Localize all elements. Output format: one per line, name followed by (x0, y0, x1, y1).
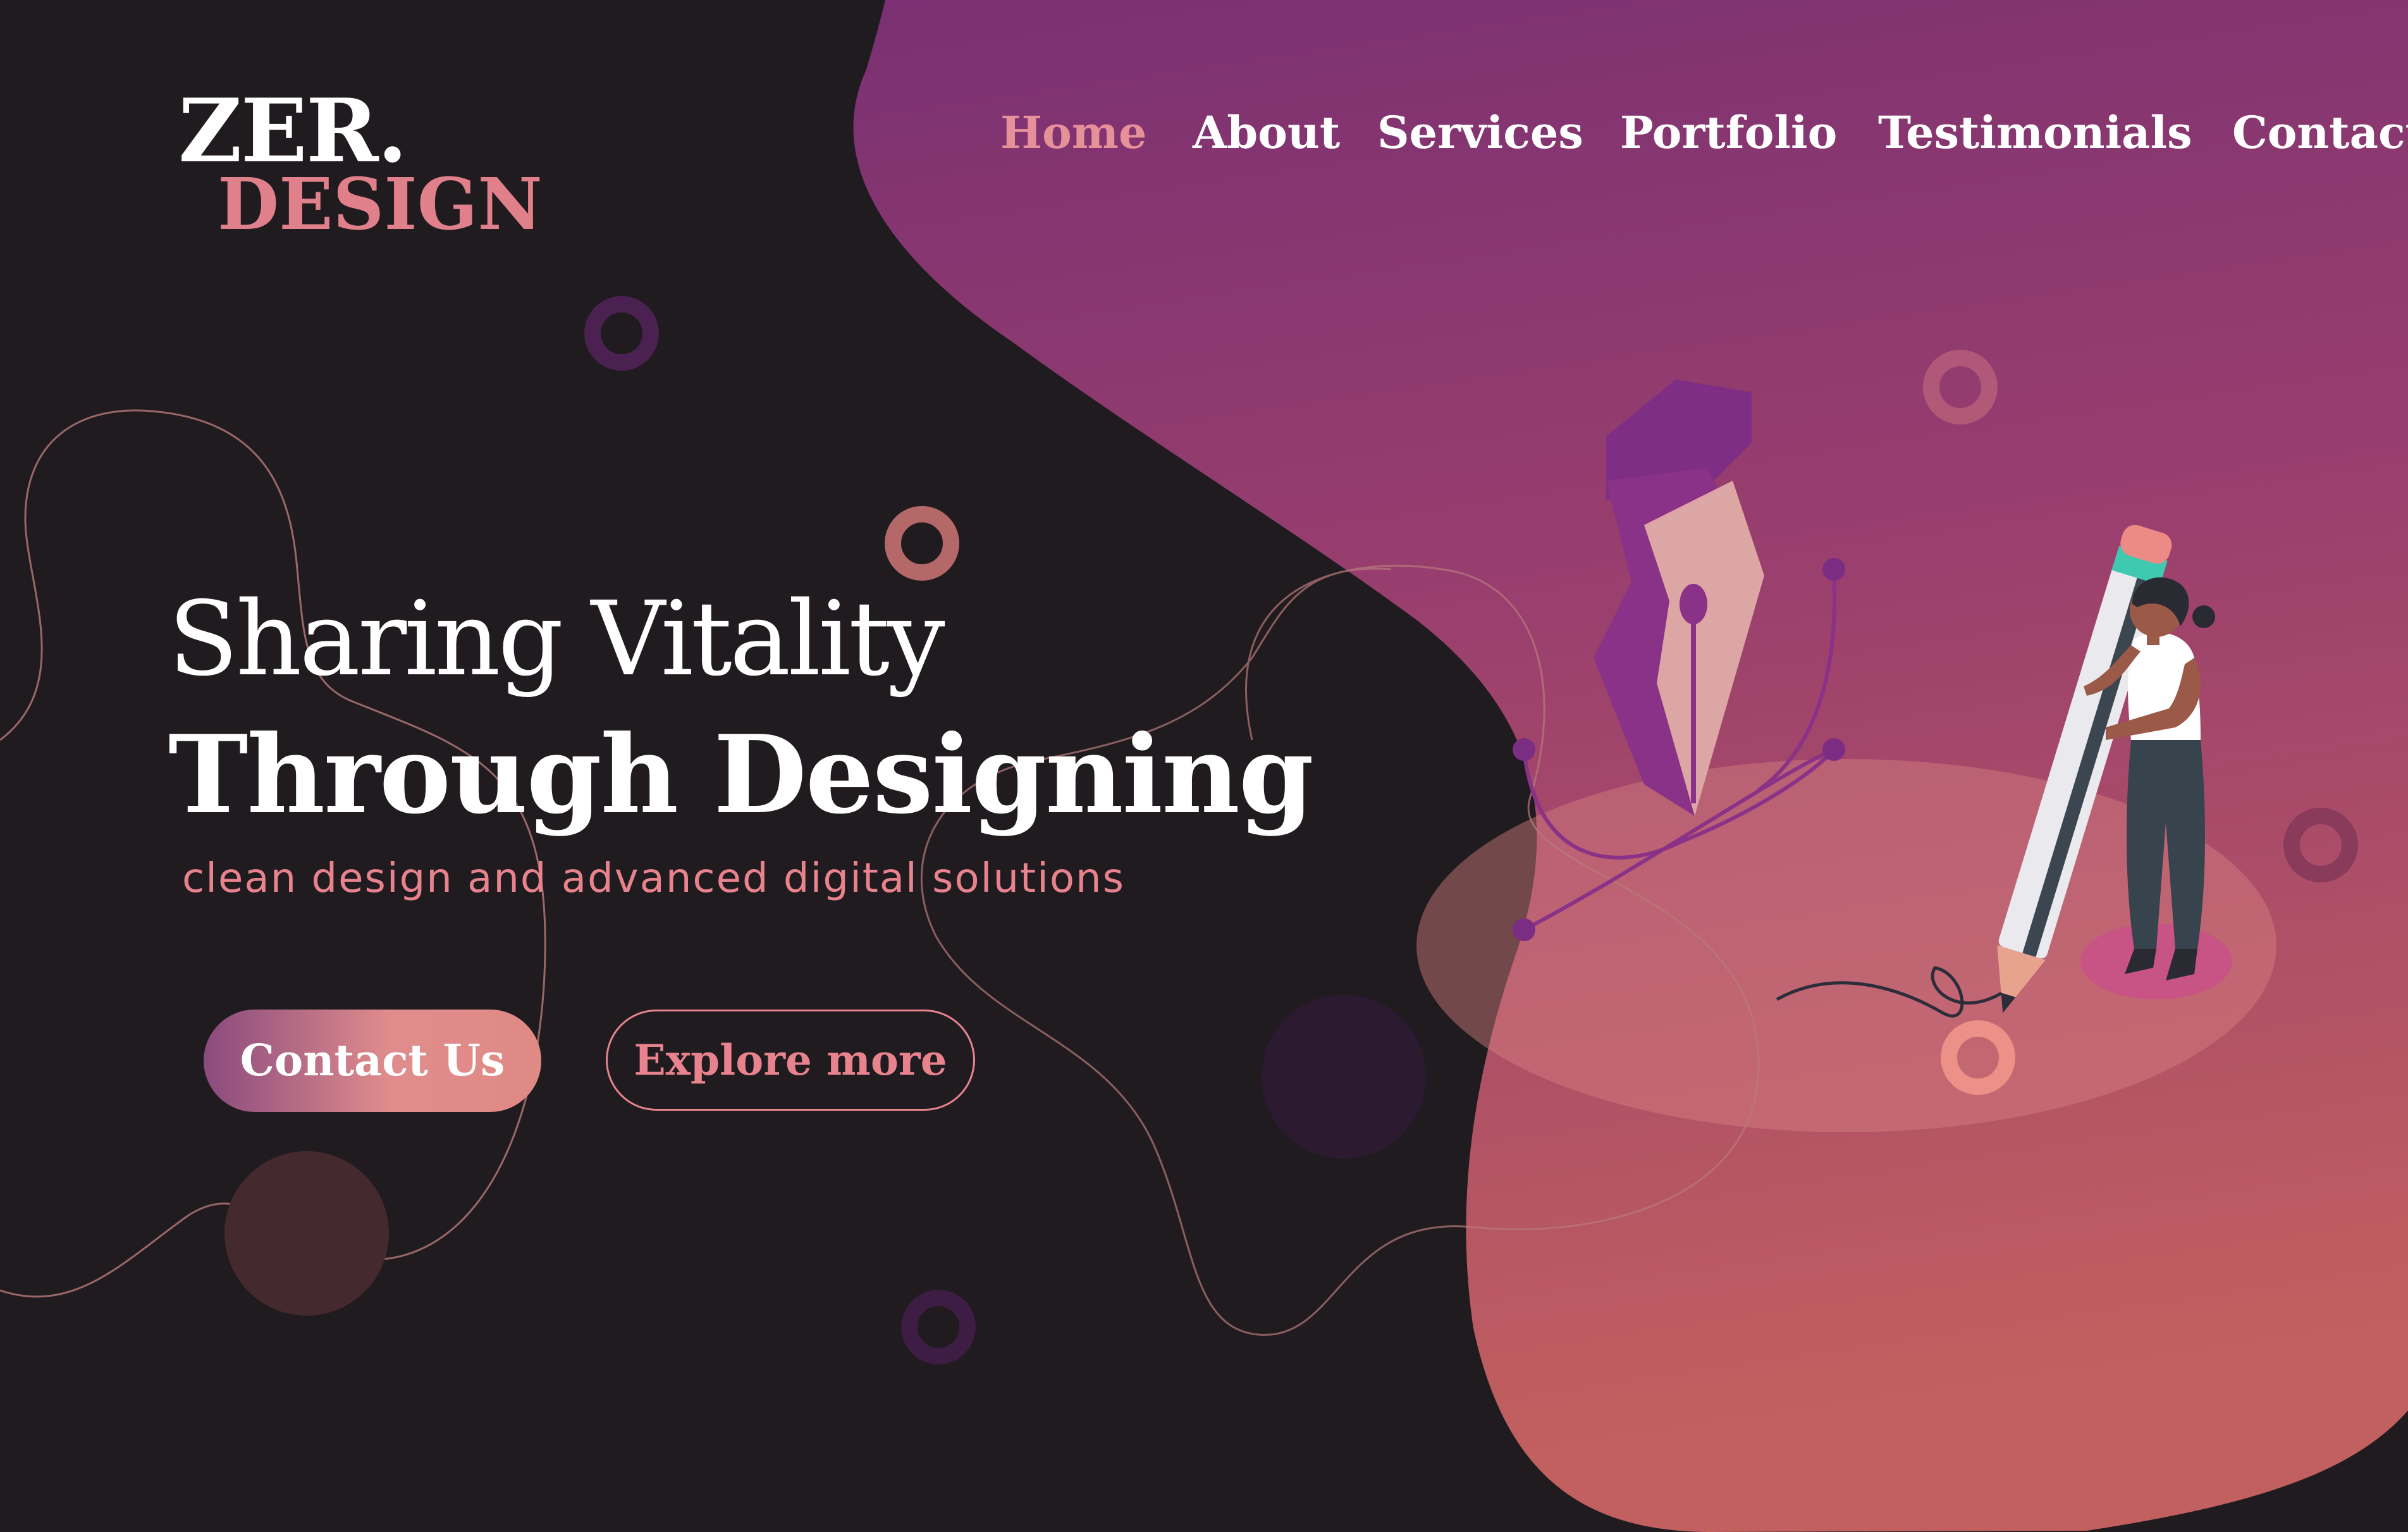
nav-link-portfolio[interactable]: Portfolio (1620, 106, 1837, 159)
ring-decoration (885, 506, 959, 581)
nav-link-testimonials[interactable]: Testimonials (1878, 106, 2192, 159)
ring-decoration (584, 296, 659, 371)
nav-link-about[interactable]: About (1193, 106, 1340, 159)
hero-subtitle: clean design and advanced digital soluti… (182, 855, 1125, 902)
dot-decoration (1262, 994, 1426, 1159)
dot-decoration (224, 1151, 389, 1316)
nav-link-services[interactable]: Services (1377, 106, 1583, 159)
main-nav: Home About Services Portfolio Testimonia… (0, 106, 2408, 170)
brand-logo-bottom: DESIGN (218, 163, 543, 246)
nav-link-contact[interactable]: Contact (2232, 106, 2408, 159)
explore-more-button[interactable]: Explore more (606, 1010, 975, 1111)
nav-link-home[interactable]: Home (1000, 106, 1146, 159)
ring-decoration (901, 1290, 976, 1364)
contact-us-button[interactable]: Contact Us (204, 1010, 541, 1112)
hero-title-line2: Through Designing (168, 712, 1314, 838)
hero-title-line1: Sharing Vitality (168, 580, 945, 699)
